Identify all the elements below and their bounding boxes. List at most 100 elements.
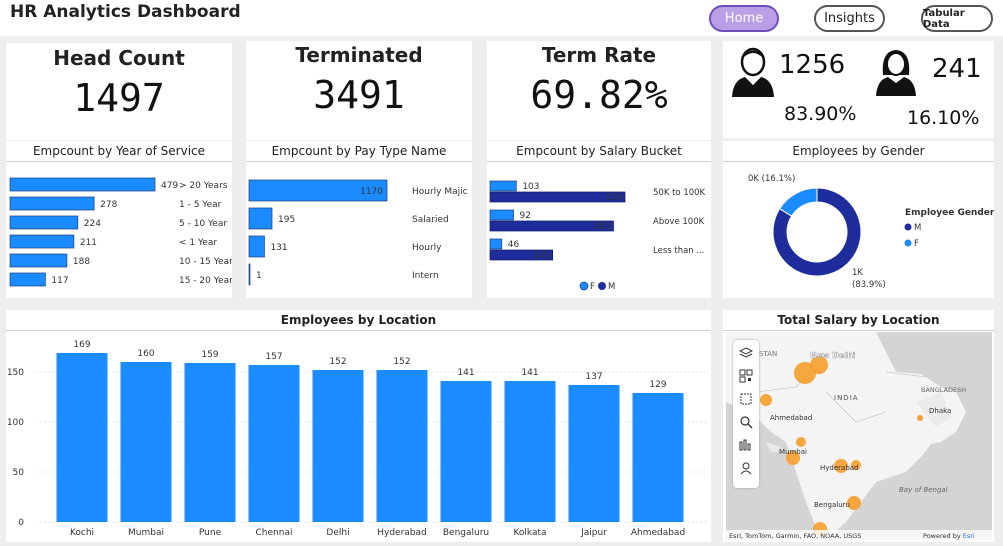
pay-type-chart: 1170 Hourly Majic 195 Salaried 131 Hourly 1 Int… — [248, 179, 468, 286]
bar — [440, 381, 492, 522]
legend-label-f: F — [590, 282, 595, 292]
category-label: Salaried — [412, 215, 449, 225]
esri-link[interactable]: Esri — [963, 532, 975, 540]
qr-select-icon[interactable] — [736, 366, 756, 386]
pay-type-title: Empcount by Pay Type Name — [271, 144, 447, 158]
divider — [6, 161, 232, 162]
x-tick-label: Bengaluru — [443, 528, 489, 538]
male-pct: 83.90% — [784, 103, 857, 125]
category-label: 5 - 10 Year — [179, 219, 227, 229]
map-bubble[interactable] — [796, 437, 806, 447]
x-tick-label: Kolkata — [513, 528, 546, 538]
bar — [248, 207, 273, 230]
layers-icon[interactable] — [736, 343, 756, 363]
page-title: HR Analytics Dashboard — [10, 2, 241, 22]
x-tick-label: Chennai — [256, 528, 293, 538]
nav-tabular-data-button[interactable]: Tabular Data — [921, 5, 993, 32]
category-label: Intern — [412, 271, 439, 281]
gender-kpi-card: 1256 83.90% 241 16.10% — [723, 41, 994, 138]
bar — [120, 362, 172, 522]
male-user-icon — [732, 47, 774, 97]
term-rate-label: Term Rate — [541, 43, 657, 67]
nav-home-button[interactable]: Home — [709, 5, 779, 32]
data-label: 129 — [649, 380, 666, 390]
salary-map-panel: Total Salary by Location STAN INDIA BANG… — [723, 310, 994, 542]
map-partial-region-label: STAN — [759, 350, 777, 358]
map-label-ahmedabad: Ahmedabad — [770, 414, 812, 422]
bar — [312, 370, 364, 522]
heatmap-icon[interactable] — [736, 435, 756, 455]
data-label-f: 46 — [508, 240, 520, 250]
map-attribution: Esri, TomTom, Garmin, FAO, NOAA, USGS — [729, 532, 861, 540]
data-label: 278 — [100, 200, 117, 210]
x-tick-label: Pune — [199, 528, 222, 538]
y-tick-label: 150 — [7, 368, 24, 378]
map-label-hyderabad: Hyderabad — [820, 464, 859, 472]
map-title: Total Salary by Location — [777, 313, 940, 327]
head-count-label: Head Count — [53, 46, 185, 70]
bar — [248, 235, 265, 258]
bar-f — [489, 209, 514, 221]
bar — [9, 234, 75, 249]
x-tick-label: Mumbai — [128, 528, 164, 538]
legend-swatch-m — [598, 282, 606, 290]
category-label: Hourly — [412, 243, 442, 253]
female-pct: 16.10% — [907, 107, 980, 129]
bar-f — [489, 180, 517, 192]
y-tick-label: 50 — [13, 468, 25, 478]
map-bubble[interactable] — [760, 394, 772, 406]
data-label: 224 — [84, 219, 101, 229]
nav-insights-button[interactable]: Insights — [814, 5, 885, 32]
search-icon[interactable] — [736, 412, 756, 432]
data-label: 117 — [51, 276, 68, 286]
salary-bucket-chart: 103 528 50K to 100K 92 483 Above 100K 46 245 Les… — [489, 180, 706, 292]
x-tick-label: Jaipur — [580, 528, 607, 538]
map-region-bangladesh: BANGLADESH — [921, 386, 966, 394]
data-label: 211 — [80, 238, 97, 248]
x-tick-label: Kochi — [70, 528, 94, 538]
head-count-card: Head Count 1497 — [6, 43, 232, 140]
gender-title: Employees by Gender — [792, 144, 925, 158]
year-of-service-panel: Empcount by Year of Service 479 > 20 Year… — [6, 141, 232, 298]
person-icon[interactable] — [736, 458, 756, 478]
data-label: 1170 — [360, 187, 383, 197]
data-label-m: 245 — [533, 251, 549, 261]
data-label: 159 — [201, 350, 218, 360]
category-label: > 20 Years — [179, 181, 228, 191]
data-label: 157 — [265, 352, 282, 362]
bar — [9, 253, 68, 268]
map-bubble[interactable] — [794, 362, 816, 384]
location-bar-chart: 0 50 100 150 169 Kochi 160 Mumbai 159 Pune 157 Chen… — [7, 340, 706, 538]
divider — [246, 161, 472, 162]
slice-pct-m: (83.9%) — [852, 280, 886, 290]
bar — [504, 381, 556, 522]
map-toolbar — [733, 340, 759, 488]
x-tick-label: Delhi — [326, 528, 349, 538]
bar-f — [489, 238, 503, 250]
map-label-bengaluru: Bengaluru — [814, 501, 850, 509]
legend-label-f: F — [914, 239, 919, 249]
divider — [723, 330, 994, 331]
map-label-new-delhi: New Delhi — [810, 351, 856, 360]
map-label-dhaka: Dhaka — [929, 407, 951, 415]
bar — [184, 363, 236, 522]
female-count: 241 — [932, 54, 982, 84]
category-label: 15 - 20 Year — [179, 276, 232, 286]
y-tick-label: 0 — [18, 518, 24, 528]
legend-label-m: M — [914, 223, 921, 233]
terminated-card: Terminated 3491 — [246, 41, 472, 140]
data-label-f: 92 — [520, 211, 531, 221]
map-bubble[interactable] — [917, 415, 923, 421]
legend-title: Employee Gender — [905, 208, 994, 218]
rect-select-icon[interactable] — [736, 389, 756, 409]
data-label-m: 483 — [594, 222, 610, 232]
data-label: 479 — [161, 181, 178, 191]
divider — [6, 330, 711, 331]
salary-map[interactable]: STAN INDIA BANGLADESH Bay of Bengal New … — [726, 332, 992, 540]
salary-bucket-panel: Empcount by Salary Bucket 103 528 50K to 1… — [487, 141, 711, 298]
data-label-m: 528 — [606, 193, 622, 203]
divider — [723, 161, 994, 162]
data-label-f: 103 — [522, 182, 539, 192]
salary-bucket-title: Empcount by Salary Bucket — [516, 144, 682, 158]
data-label: 152 — [329, 357, 346, 367]
